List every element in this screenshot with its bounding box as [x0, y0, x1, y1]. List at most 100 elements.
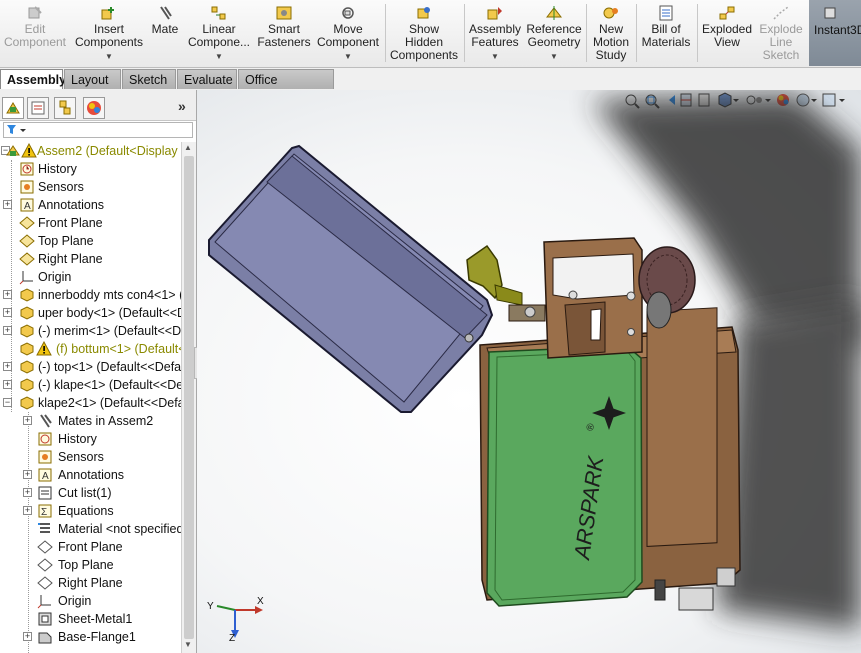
- tree-item-history[interactable]: History: [0, 430, 181, 448]
- tab-sketch[interactable]: Sketch: [122, 69, 176, 89]
- tree-item-label: (-) top<1> (Default<<Defa: [38, 360, 181, 374]
- expand-toggle[interactable]: +: [3, 290, 12, 299]
- tree-item-base-flange[interactable]: + Base-Flange1: [0, 628, 181, 646]
- scroll-up-icon[interactable]: ▲: [184, 143, 192, 152]
- brand-label-panel[interactable]: [486, 345, 643, 607]
- scrollbar-thumb[interactable]: [184, 156, 194, 639]
- new-motion-study-button[interactable]: New Motion Study: [589, 0, 633, 66]
- flange-icon: [38, 632, 52, 644]
- move-component-label: Move Component: [316, 22, 380, 49]
- move-component-button[interactable]: Move Component ▼: [314, 0, 382, 66]
- reference-geometry-button[interactable]: Reference Geometry ▼: [525, 0, 583, 66]
- expand-toggle[interactable]: +: [3, 362, 12, 371]
- smart-fasteners-button[interactable]: Smart Fasteners: [256, 0, 312, 66]
- expand-toggle[interactable]: +: [3, 200, 12, 209]
- tree-item-component[interactable]: + (-) merim<1> (Default<<D: [0, 322, 181, 340]
- tab-feature-manager[interactable]: [2, 97, 24, 119]
- tree-item-origin[interactable]: Origin: [0, 592, 181, 610]
- tree-item-right-plane[interactable]: Right Plane: [0, 574, 181, 592]
- lighter-lid[interactable]: [208, 144, 494, 413]
- tree-item-component[interactable]: + uper body<1> (Default<<D: [0, 304, 181, 322]
- expand-toggle[interactable]: +: [3, 380, 12, 389]
- tree-item-cut-list[interactable]: + Cut list(1): [0, 484, 181, 502]
- tree-item-material[interactable]: Material <not specified: [0, 520, 181, 538]
- tree-item-right-plane[interactable]: Right Plane: [0, 250, 181, 268]
- instant3d-icon: [824, 7, 836, 19]
- tree-item-mates[interactable]: + Mates in Assem2: [0, 412, 181, 430]
- expand-toggle[interactable]: +: [23, 416, 32, 425]
- tree-filter-input[interactable]: [3, 122, 193, 138]
- tree-item-annotations[interactable]: + A Annotations: [0, 196, 181, 214]
- tree-item-sheet-metal[interactable]: Sheet-Metal1: [0, 610, 181, 628]
- tree-item-component-expanded[interactable]: − klape2<1> (Default<<Defa: [0, 394, 181, 412]
- tree-item-front-plane[interactable]: Front Plane: [0, 538, 181, 556]
- bill-of-materials-icon: [659, 5, 673, 21]
- expand-toggle[interactable]: +: [3, 326, 12, 335]
- assembly-features-button[interactable]: Assembly Features ▼: [467, 0, 523, 66]
- tree-item-component[interactable]: + (-) klape<1> (Default<<De: [0, 376, 181, 394]
- smart-fasteners-label: Smart Fasteners: [257, 22, 311, 49]
- instant3d-button[interactable]: Instant3D: [809, 0, 861, 66]
- tree-item-label: Assem2 (Default<Display S: [37, 144, 181, 158]
- tab-assembly[interactable]: Assembly: [0, 69, 66, 89]
- tree-item-sensors[interactable]: Sensors: [0, 178, 181, 196]
- expand-toggle[interactable]: +: [23, 470, 32, 479]
- history-icon: [20, 162, 34, 176]
- tab-evaluate[interactable]: Evaluate: [177, 69, 237, 89]
- bill-of-materials-button[interactable]: Bill of Materials: [638, 0, 694, 66]
- hinge[interactable]: [508, 304, 546, 322]
- triad-y-label: Y: [207, 601, 214, 612]
- tree-item-top-plane[interactable]: Top Plane: [0, 232, 181, 250]
- tree-item-origin[interactable]: Origin: [0, 268, 181, 286]
- collapse-toggle[interactable]: −: [3, 398, 12, 407]
- part-icon: [20, 324, 34, 338]
- display-manager-icon: [87, 101, 101, 115]
- tab-office-products[interactable]: Office Products: [238, 69, 334, 107]
- expand-toggle[interactable]: +: [23, 488, 32, 497]
- history-icon: [38, 432, 52, 446]
- tree-item-label: Cut list(1): [58, 486, 112, 500]
- tab-display-manager[interactable]: [83, 97, 105, 119]
- tree-item-label: uper body<1> (Default<<D: [38, 306, 181, 320]
- tab-property-manager[interactable]: [27, 97, 49, 119]
- warning-icon: [21, 143, 37, 158]
- instant3d-label: Instant3D: [814, 23, 861, 37]
- reference-geometry-icon: [545, 6, 563, 20]
- tree-item-component[interactable]: (f) bottum<1> (Default<: [0, 340, 181, 358]
- sensor-icon: [38, 450, 52, 464]
- tree-item-component[interactable]: + innerboddy mts con4<1> (: [0, 286, 181, 304]
- tree-item-label: Origin: [38, 270, 72, 284]
- tree-item-label: (-) klape<1> (Default<<De: [38, 378, 181, 392]
- exploded-view-label: Exploded View: [701, 22, 753, 49]
- mate-button[interactable]: Mate: [148, 0, 182, 66]
- feature-manager-tabs: »: [0, 90, 196, 121]
- expand-toggle[interactable]: +: [23, 632, 32, 641]
- exploded-view-button[interactable]: Exploded View: [700, 0, 754, 66]
- plane-icon: [19, 216, 35, 230]
- expand-toggle[interactable]: +: [3, 308, 12, 317]
- explode-line-sketch-button[interactable]: Explode Line Sketch: [755, 0, 807, 66]
- tree-item-annotations[interactable]: + A Annotations: [0, 466, 181, 484]
- tree-item-root-assembly[interactable]: − Assem2 (Default<Display S: [0, 142, 181, 160]
- tree-item-front-plane[interactable]: Front Plane: [0, 214, 181, 232]
- tree-item-history[interactable]: History: [0, 160, 181, 178]
- insert-components-button[interactable]: Insert Components ▼: [70, 0, 148, 66]
- tab-configuration-manager[interactable]: [54, 97, 76, 119]
- tree-item-equations[interactable]: + Σ Equations: [0, 502, 181, 520]
- feature-tree-icon: [6, 102, 20, 114]
- graphics-area[interactable]: ARSPARK ® Y X Z: [197, 90, 861, 653]
- tree-item-top-plane[interactable]: Top Plane: [0, 556, 181, 574]
- tree-item-sensors[interactable]: Sensors: [0, 448, 181, 466]
- expand-toggle[interactable]: +: [23, 506, 32, 515]
- tab-layout[interactable]: Layout: [64, 69, 121, 89]
- show-hidden-components-button[interactable]: Show Hidden Components: [388, 0, 460, 66]
- tree-item-component[interactable]: + (-) top<1> (Default<<Defa: [0, 358, 181, 376]
- svg-text:Σ: Σ: [41, 507, 47, 518]
- scroll-down-icon[interactable]: ▼: [184, 640, 192, 649]
- linear-component-pattern-button[interactable]: Linear Compone... ▼: [184, 0, 254, 66]
- ribbon-separator: [385, 4, 386, 62]
- chevron-double-right-icon[interactable]: »: [178, 98, 186, 114]
- chimney[interactable]: [543, 237, 643, 359]
- tree-scrollbar[interactable]: ▲ ▼: [181, 142, 196, 653]
- edit-component-button[interactable]: Edit Component: [2, 0, 68, 66]
